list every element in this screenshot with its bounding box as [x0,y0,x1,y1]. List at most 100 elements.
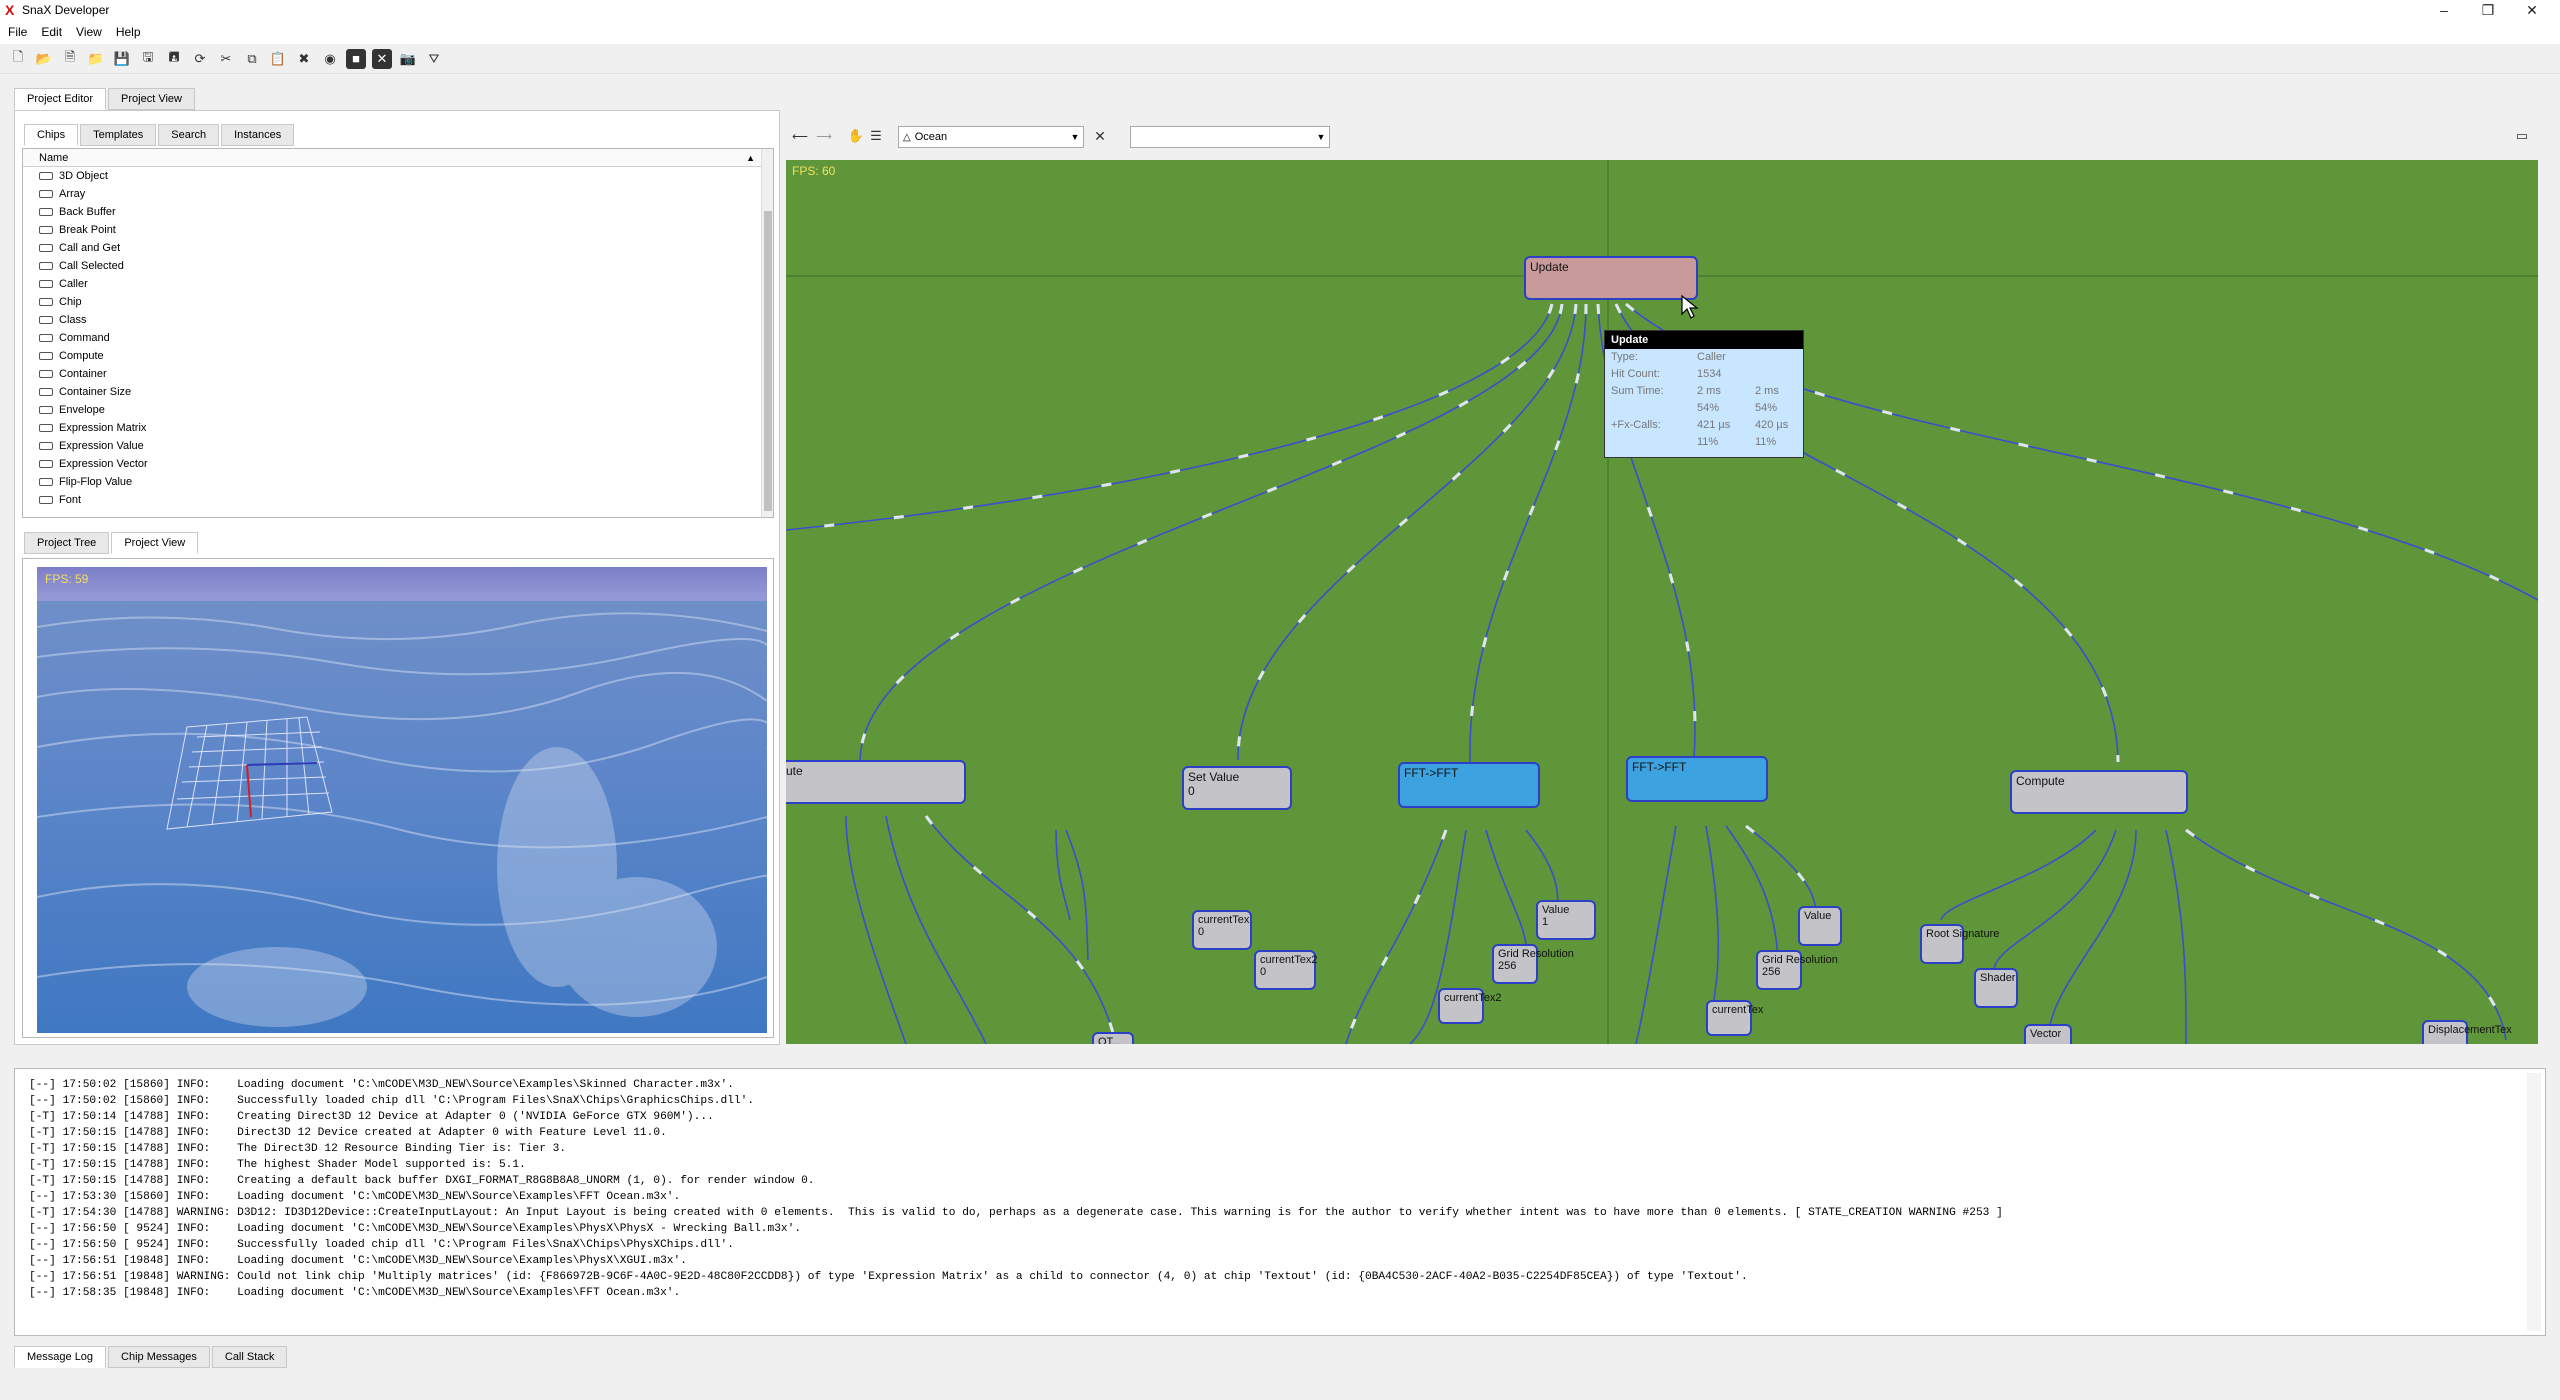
chip-list-item[interactable]: Expression Value [39,437,759,455]
chip-current-tex2-b[interactable]: currentTex2 [1438,988,1501,1024]
chip-value-b[interactable]: Value [1798,906,1842,946]
list-icon[interactable]: ☰ [866,126,886,146]
chip-shader[interactable]: Shader [1974,968,2018,1008]
chip-list-item[interactable]: 3D Object [39,167,759,185]
menu-help[interactable]: Help [116,25,141,39]
chip-current-tex-b[interactable]: currentTex [1706,1000,1763,1036]
tab-project-editor[interactable]: Project Editor [14,88,107,110]
chip-list-item[interactable]: Chip [39,293,759,311]
chip-list-item[interactable]: Container [39,365,759,383]
maximize-panel-icon[interactable]: ▭ [2512,126,2532,146]
paste-icon[interactable]: 📋 [268,49,288,69]
run-icon[interactable]: ◉ [320,49,340,69]
chip-compute[interactable]: Compute [2010,770,2188,814]
save-all-icon[interactable]: 🖫 [138,49,158,69]
chip-list-item[interactable]: Back Buffer [39,203,759,221]
chip-fft-2[interactable]: FFT->FFT [1626,756,1768,802]
tab-templates[interactable]: Templates [80,124,157,146]
chip-list-item[interactable]: Envelope [39,401,759,419]
screenshot-icon[interactable]: 📷 [398,49,418,69]
chips-column-header[interactable]: Name ▲ [23,149,763,167]
restore-icon[interactable]: ❐ [2468,0,2508,20]
chip-set-value-sub: 0 [1188,784,1195,798]
tab-call-stack[interactable]: Call Stack [211,1346,288,1368]
chip-current-tex2-a[interactable]: currentTex2 0 [1254,950,1317,990]
chip-displacement-tex[interactable]: DisplacementTex [2422,1020,2512,1044]
close-x-icon[interactable]: ✕ [372,48,392,69]
render-preview-panel: FPS: 59 [22,558,774,1038]
open-recent-icon[interactable]: 📁 [86,49,106,69]
delete-icon[interactable]: ✖ [294,49,314,69]
clear-icon[interactable]: ✕ [1090,126,1110,146]
new-doc-icon[interactable]: 🗎 [60,49,80,69]
chip-list-item[interactable]: Flip-Flop Value [39,473,759,491]
sort-up-icon[interactable]: ▲ [746,149,755,167]
open-icon[interactable]: 📂 [34,49,54,69]
log-scrollbar[interactable] [2527,1073,2541,1331]
menu-edit[interactable]: Edit [41,25,62,39]
chip-icon [39,442,53,450]
chip-list-item[interactable]: Caller [39,275,759,293]
chip-list-label: Array [59,188,86,200]
chips-scroll-thumb[interactable] [764,211,772,511]
chip-list-item[interactable]: Call Selected [39,257,759,275]
graph-icon[interactable]: ⛛ [424,49,444,69]
chip-list-item[interactable]: Break Point [39,221,759,239]
chip-set-value[interactable]: Set Value 0 [1182,766,1292,810]
copy-icon[interactable]: ⧉ [242,49,262,69]
cut-icon[interactable]: ✂ [216,49,236,69]
chip-list-item[interactable]: Class [39,311,759,329]
chip-list-item[interactable]: Container Size [39,383,759,401]
menu-view[interactable]: View [76,25,102,39]
chip-list-item[interactable]: Expression Vector [39,455,759,473]
chip-current-tex-a[interactable]: currentTex 0 [1192,910,1252,950]
tab-project-tree[interactable]: Project Tree [24,532,110,554]
chip-list-label: 3D Object [59,170,108,182]
back-icon[interactable]: ⟵ [790,126,810,146]
chip-list-item[interactable]: Compute [39,347,759,365]
tab-project-view[interactable]: Project View [108,88,195,110]
chip-list-item[interactable]: Expression Matrix [39,419,759,437]
function-combo[interactable]: ▼ [1130,126,1330,148]
message-log[interactable]: [--] 17:50:02 [15860] INFO: Loading docu… [29,1077,2519,1327]
chip-graph-canvas[interactable]: FPS: 60 Update ute Set Value 0 FFT->FFT F… [786,160,2538,1044]
tab-search[interactable]: Search [158,124,220,146]
chip-ot[interactable]: OT... [1092,1032,1134,1044]
chip-list-item[interactable]: Font [39,491,759,509]
minimize-icon[interactable]: – [2424,0,2464,20]
log-line: [--] 17:56:51 [19848] INFO: Loading docu… [29,1255,687,1267]
ocean-render-view[interactable]: FPS: 59 [37,567,767,1033]
tab-message-log[interactable]: Message Log [14,1346,107,1368]
chip-value-a[interactable]: Value 1 [1536,900,1596,940]
chip-update[interactable]: Update [1524,256,1698,300]
chip-list-item[interactable]: Call and Get [39,239,759,257]
chip-icon [39,424,53,432]
log-line: [--] 17:56:50 [ 9524] INFO: Successfully… [29,1239,734,1251]
chip-root-signature[interactable]: Root Signature [1920,924,1999,964]
chip-vector[interactable]: Vector [2024,1024,2072,1044]
hand-icon[interactable]: ✋ [846,126,866,146]
tab-chip-messages[interactable]: Chip Messages [108,1346,210,1368]
class-combo[interactable]: △ Ocean ▼ [898,126,1084,148]
refresh-icon[interactable]: ⟳ [190,49,210,69]
chip-fft-1[interactable]: FFT->FFT [1398,762,1540,808]
log-line: [--] 17:50:02 [15860] INFO: Loading docu… [29,1079,734,1091]
tab-project-view-preview[interactable]: Project View [111,532,199,554]
chip-list-item[interactable]: Array [39,185,759,203]
chip-list-item[interactable]: Command [39,329,759,347]
chip-value-a-sub: 1 [1542,916,1549,928]
chip-compute-left[interactable]: ute [786,760,966,804]
chips-scrollbar[interactable] [761,149,773,517]
chip-grid-resolution-b[interactable]: Grid Resolution 256 [1756,950,1838,990]
chevron-down-icon: ▼ [1070,132,1080,142]
stop-icon[interactable]: ■ [346,48,366,69]
menu-file[interactable]: File [8,25,27,39]
forward-icon[interactable]: ⟶ [814,126,834,146]
tab-chips[interactable]: Chips [24,124,79,146]
close-icon[interactable]: ✕ [2512,0,2552,20]
save-as-icon[interactable]: 🖪 [164,49,184,69]
new-file-icon[interactable]: 🗋 [8,49,28,69]
save-icon[interactable]: 💾 [112,49,132,69]
chip-grid-resolution-a[interactable]: Grid Resolution 256 [1492,944,1574,984]
tab-instances[interactable]: Instances [221,124,295,146]
